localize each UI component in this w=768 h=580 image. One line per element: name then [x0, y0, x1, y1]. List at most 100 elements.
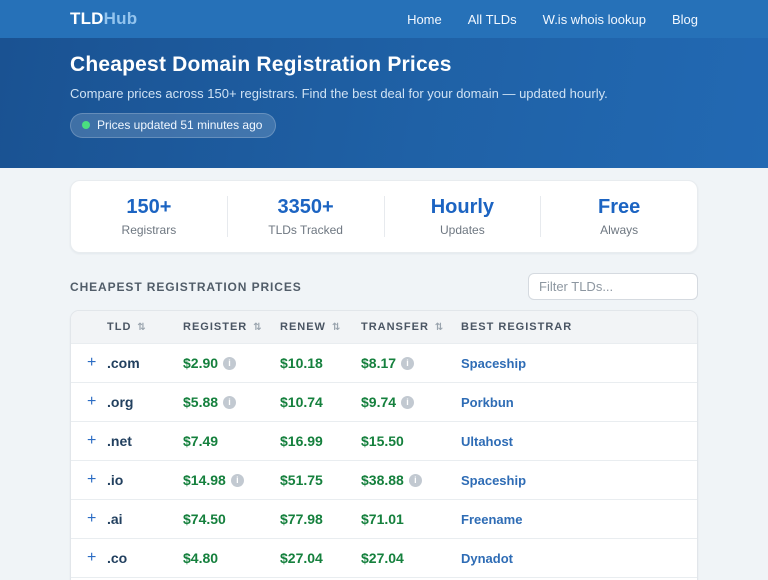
transfer-price-cell: $15.50 — [361, 433, 461, 449]
renew-price: $77.98 — [280, 511, 323, 527]
registrar-link[interactable]: Porkbun — [461, 395, 681, 410]
stat-label: Updates — [385, 223, 541, 237]
header-tld[interactable]: TLD ⇅ — [107, 321, 183, 333]
register-price-cell: $74.50 — [183, 511, 280, 527]
tld-cell: .io — [107, 472, 183, 488]
info-icon[interactable]: i — [223, 357, 236, 370]
stat-value: 150+ — [71, 196, 227, 219]
stat-label: Always — [541, 223, 697, 237]
table-body: + .com $2.90 i $10.18 $8.17 i Spaceship … — [71, 343, 697, 577]
nav-links: Home All TLDs W.is whois lookup Blog — [407, 12, 698, 27]
registrar-link[interactable]: Dynadot — [461, 551, 681, 566]
tld-cell: .co — [107, 550, 183, 566]
logo-light: Hub — [104, 9, 138, 28]
register-price-cell: $14.98 i — [183, 472, 280, 488]
expand-row-button[interactable]: + — [87, 433, 107, 449]
transfer-price-cell: $38.88 i — [361, 472, 461, 488]
renew-price: $10.18 — [280, 355, 323, 371]
transfer-price-cell: $9.74 i — [361, 394, 461, 410]
info-icon[interactable]: i — [231, 474, 244, 487]
register-price: $74.50 — [183, 511, 226, 527]
stat-value: Hourly — [385, 196, 541, 219]
sort-icon[interactable]: ⇅ — [435, 322, 443, 333]
sort-icon[interactable]: ⇅ — [137, 322, 145, 333]
register-price-cell: $2.90 i — [183, 355, 280, 371]
renew-price-cell: $51.75 — [280, 472, 361, 488]
register-price-cell: $7.49 — [183, 433, 280, 449]
transfer-price-cell: $27.04 — [361, 550, 461, 566]
page-subtitle: Compare prices across 150+ registrars. F… — [70, 86, 698, 101]
info-icon[interactable]: i — [409, 474, 422, 487]
prices-table: TLD ⇅ REGISTER ⇅ RENEW ⇅ TRANSFER ⇅ BEST… — [70, 310, 698, 580]
transfer-price-cell: $71.01 — [361, 511, 461, 527]
renew-price-cell: $10.74 — [280, 394, 361, 410]
tld-cell: .org — [107, 394, 183, 410]
register-price: $4.80 — [183, 550, 218, 566]
register-price: $14.98 — [183, 472, 226, 488]
info-icon[interactable]: i — [401, 396, 414, 409]
transfer-price: $15.50 — [361, 433, 404, 449]
register-price-cell: $4.80 — [183, 550, 280, 566]
stat-updates: Hourly Updates — [384, 196, 541, 237]
nav-item-home[interactable]: Home — [407, 12, 442, 27]
stat-registrars: 150+ Registrars — [71, 196, 227, 237]
transfer-price: $8.17 — [361, 355, 396, 371]
stat-value: Free — [541, 196, 697, 219]
stat-value: 3350+ — [228, 196, 384, 219]
table-header-row: TLD ⇅ REGISTER ⇅ RENEW ⇅ TRANSFER ⇅ BEST… — [71, 311, 697, 343]
sort-icon[interactable]: ⇅ — [332, 322, 340, 333]
expand-row-button[interactable]: + — [87, 550, 107, 566]
tld-cell: .net — [107, 433, 183, 449]
table-row: + .co $4.80 $27.04 $27.04 Dynadot — [71, 538, 697, 577]
nav-item-all-tlds[interactable]: All TLDs — [468, 12, 517, 27]
register-price: $7.49 — [183, 433, 218, 449]
logo-bold: TLD — [70, 9, 104, 28]
header-transfer[interactable]: TRANSFER ⇅ — [361, 321, 461, 333]
renew-price: $16.99 — [280, 433, 323, 449]
register-price-cell: $5.88 i — [183, 394, 280, 410]
registrar-link[interactable]: Spaceship — [461, 473, 681, 488]
top-navbar: TLDHub Home All TLDs W.is whois lookup B… — [0, 0, 768, 38]
nav-item-whois-lookup[interactable]: W.is whois lookup — [543, 12, 646, 27]
stats-card: 150+ Registrars 3350+ TLDs Tracked Hourl… — [70, 180, 698, 253]
renew-price: $10.74 — [280, 394, 323, 410]
page-title: Cheapest Domain Registration Prices — [70, 53, 698, 77]
info-icon[interactable]: i — [401, 357, 414, 370]
stat-label: Registrars — [71, 223, 227, 237]
registrar-link[interactable]: Freename — [461, 512, 681, 527]
transfer-price: $38.88 — [361, 472, 404, 488]
table-row: + .io $14.98 i $51.75 $38.88 i Spaceship — [71, 460, 697, 499]
renew-price-cell: $16.99 — [280, 433, 361, 449]
expand-row-button[interactable]: + — [87, 472, 107, 488]
table-row: + .org $5.88 i $10.74 $9.74 i Porkbun — [71, 382, 697, 421]
stat-free: Free Always — [540, 196, 697, 237]
prices-updated-badge: Prices updated 51 minutes ago — [70, 113, 276, 138]
header-renew[interactable]: RENEW ⇅ — [280, 321, 361, 333]
table-row: + .ai $74.50 $77.98 $71.01 Freename — [71, 499, 697, 538]
transfer-price-cell: $8.17 i — [361, 355, 461, 371]
nav-item-blog[interactable]: Blog — [672, 12, 698, 27]
expand-row-button[interactable]: + — [87, 511, 107, 527]
main-content: 150+ Registrars 3350+ TLDs Tracked Hourl… — [70, 180, 698, 580]
renew-price-cell: $27.04 — [280, 550, 361, 566]
filter-tlds-input[interactable] — [528, 273, 698, 300]
badge-text: Prices updated 51 minutes ago — [97, 118, 262, 132]
transfer-price: $71.01 — [361, 511, 404, 527]
table-row: + .net $7.49 $16.99 $15.50 Ultahost — [71, 421, 697, 460]
registrar-link[interactable]: Spaceship — [461, 356, 681, 371]
expand-row-button[interactable]: + — [87, 355, 107, 371]
renew-price: $27.04 — [280, 550, 323, 566]
renew-price-cell: $10.18 — [280, 355, 361, 371]
info-icon[interactable]: i — [223, 396, 236, 409]
header-register[interactable]: REGISTER ⇅ — [183, 321, 280, 333]
transfer-price: $9.74 — [361, 394, 396, 410]
header-best-registrar: BEST REGISTRAR — [461, 321, 681, 333]
sort-icon[interactable]: ⇅ — [253, 322, 261, 333]
table-row: + .com $2.90 i $10.18 $8.17 i Spaceship — [71, 343, 697, 382]
site-logo[interactable]: TLDHub — [70, 9, 137, 29]
transfer-price: $27.04 — [361, 550, 404, 566]
renew-price-cell: $77.98 — [280, 511, 361, 527]
tld-cell: .com — [107, 355, 183, 371]
expand-row-button[interactable]: + — [87, 394, 107, 410]
registrar-link[interactable]: Ultahost — [461, 434, 681, 449]
